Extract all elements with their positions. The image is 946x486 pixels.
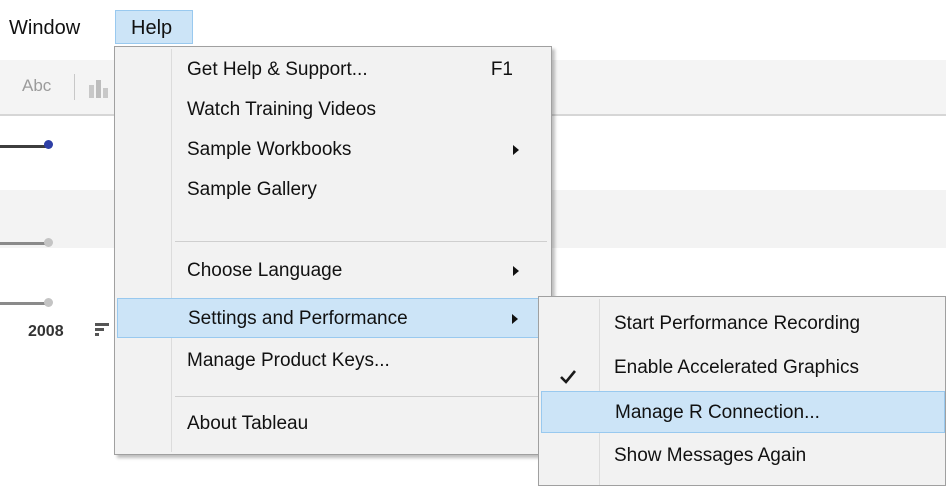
menu-item-sample-workbooks[interactable]: Sample Workbooks (117, 130, 549, 170)
menu-item-label: Manage R Connection... (615, 402, 820, 423)
menu-item-label: Watch Training Videos (187, 99, 377, 120)
menu-bar: Window Help (0, 0, 946, 48)
menu-item-start-performance-recording[interactable]: Start Performance Recording (541, 303, 945, 345)
year-header: 2008 (28, 323, 64, 340)
menu-separator (175, 396, 547, 397)
menu-item-label: Get Help & Support... (187, 59, 368, 80)
menu-item-label: Enable Accelerated Graphics (614, 357, 860, 378)
menu-item-about-tableau[interactable]: About Tableau (117, 404, 549, 444)
show-labels-button[interactable]: Abc (22, 76, 51, 96)
menu-item-settings-and-performance[interactable]: Settings and Performance (117, 298, 549, 338)
menu-item-label: About Tableau (187, 413, 309, 434)
menu-window[interactable]: Window (0, 12, 88, 44)
help-menu: Get Help & Support... F1 Watch Training … (114, 46, 552, 455)
menu-item-manage-r-connection[interactable]: Manage R Connection... (541, 391, 945, 433)
menu-item-label: Choose Language (187, 260, 343, 281)
menu-item-manage-product-keys[interactable]: Manage Product Keys... (117, 341, 549, 381)
menu-item-label: Start Performance Recording (614, 313, 861, 334)
bar-chart-icon[interactable] (88, 77, 112, 99)
menu-item-label: Sample Workbooks (187, 139, 352, 160)
slider-track[interactable] (0, 242, 46, 245)
menu-item-label: Settings and Performance (188, 308, 408, 329)
slider-track[interactable] (0, 145, 48, 148)
menu-item-choose-language[interactable]: Choose Language (117, 251, 549, 291)
slider-handle[interactable] (44, 140, 53, 149)
settings-and-performance-submenu: Start Performance Recording Enable Accel… (538, 296, 946, 486)
chevron-right-icon (512, 314, 518, 324)
menu-help[interactable]: Help (115, 10, 193, 44)
menu-item-sample-gallery[interactable]: Sample Gallery (117, 170, 549, 210)
menu-item-watch-training-videos[interactable]: Watch Training Videos (117, 90, 549, 130)
menu-item-label: Sample Gallery (187, 179, 317, 200)
menu-item-show-messages-again[interactable]: Show Messages Again (541, 435, 945, 477)
slider-handle[interactable] (44, 238, 53, 247)
check-icon (559, 359, 577, 384)
menu-item-label: Manage Product Keys... (187, 350, 390, 371)
slider-track[interactable] (0, 302, 46, 305)
menu-item-get-help[interactable]: Get Help & Support... F1 (117, 50, 549, 90)
menu-item-enable-accelerated-graphics[interactable]: Enable Accelerated Graphics (541, 347, 945, 389)
slider-handle[interactable] (44, 298, 53, 307)
chevron-right-icon (513, 145, 519, 155)
menu-item-shortcut: F1 (490, 59, 513, 80)
chevron-right-icon (513, 266, 519, 276)
menu-separator (175, 241, 547, 242)
menu-item-label: Show Messages Again (614, 445, 807, 466)
sort-icon[interactable] (95, 323, 109, 339)
toolbar-divider (74, 74, 75, 100)
